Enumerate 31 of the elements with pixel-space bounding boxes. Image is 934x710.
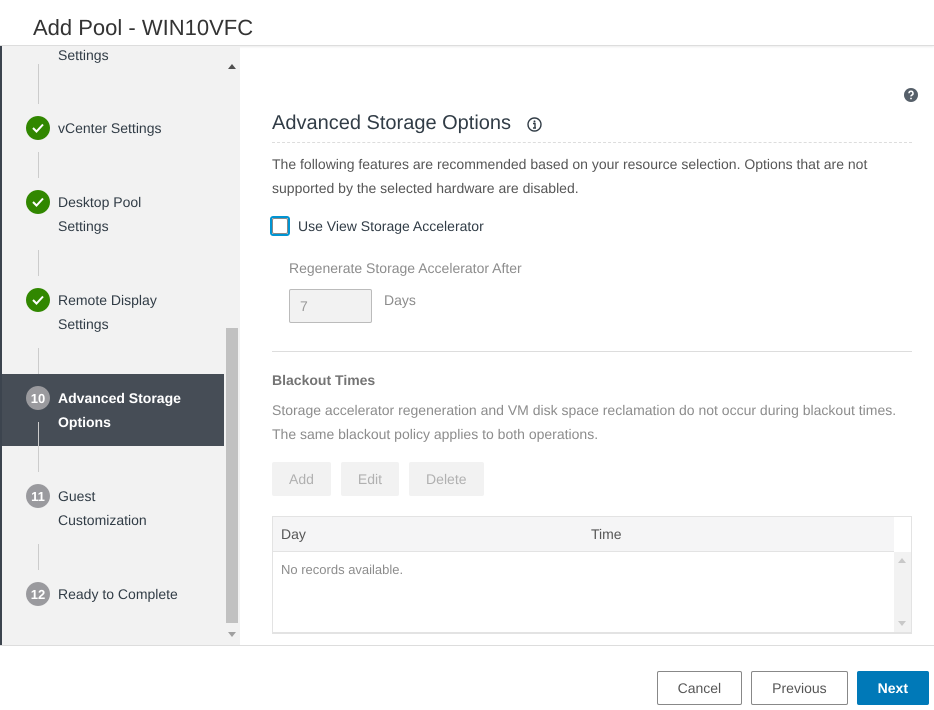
step-number: 12 — [26, 582, 50, 606]
scroll-down-icon[interactable] — [898, 621, 906, 626]
section-title: Advanced Storage Options — [272, 111, 512, 136]
section-heading: Blackout Times — [272, 371, 376, 390]
info-icon[interactable] — [527, 116, 542, 132]
wizard-step[interactable]: 10 Advanced Storage Options — [2, 374, 224, 446]
scroll-down-icon[interactable] — [228, 632, 236, 637]
footer-button[interactable]: Cancel — [656, 671, 742, 705]
step-number: 10 — [26, 386, 50, 410]
footer-button[interactable]: Previous — [751, 671, 848, 705]
wizard-step[interactable]: 12 Ready to Complete — [2, 570, 224, 618]
column-header[interactable]: Time — [583, 517, 894, 551]
window-title: Add Pool - WIN10VFC — [32, 14, 254, 41]
step-label[interactable]: Settings — [58, 46, 183, 64]
column-header[interactable]: Day — [273, 517, 583, 551]
next-button[interactable]: Next — [856, 671, 929, 705]
step-number: 11 — [26, 484, 50, 508]
wizard-step[interactable]: vCenter Settings — [2, 104, 224, 152]
checkbox-label: Use View Storage Accelerator — [298, 218, 484, 234]
intro-text: The following features are recommended based on your resource selection. Options that are not supported by the selected hardware are disabled. — [272, 155, 868, 198]
wizard-step[interactable]: Remote Display Settings — [2, 276, 224, 348]
check-circle-icon — [26, 116, 50, 140]
wizard-step[interactable]: Desktop Pool Settings — [2, 178, 224, 250]
scroll-up-icon[interactable] — [228, 64, 236, 69]
check-circle-icon — [26, 288, 50, 312]
field-label: Regenerate Storage Accelerator After — [289, 259, 523, 278]
scrollbar[interactable] — [894, 552, 911, 633]
check-circle-icon — [26, 190, 50, 214]
unit-label: Days — [384, 291, 416, 310]
description-text: Storage accelerator regeneration and VM disk space reclamation do not occur during blackout times. The same blackout policy applies to both operations. — [272, 401, 898, 444]
wizard-step[interactable]: 11 Guest Customization — [2, 472, 224, 544]
